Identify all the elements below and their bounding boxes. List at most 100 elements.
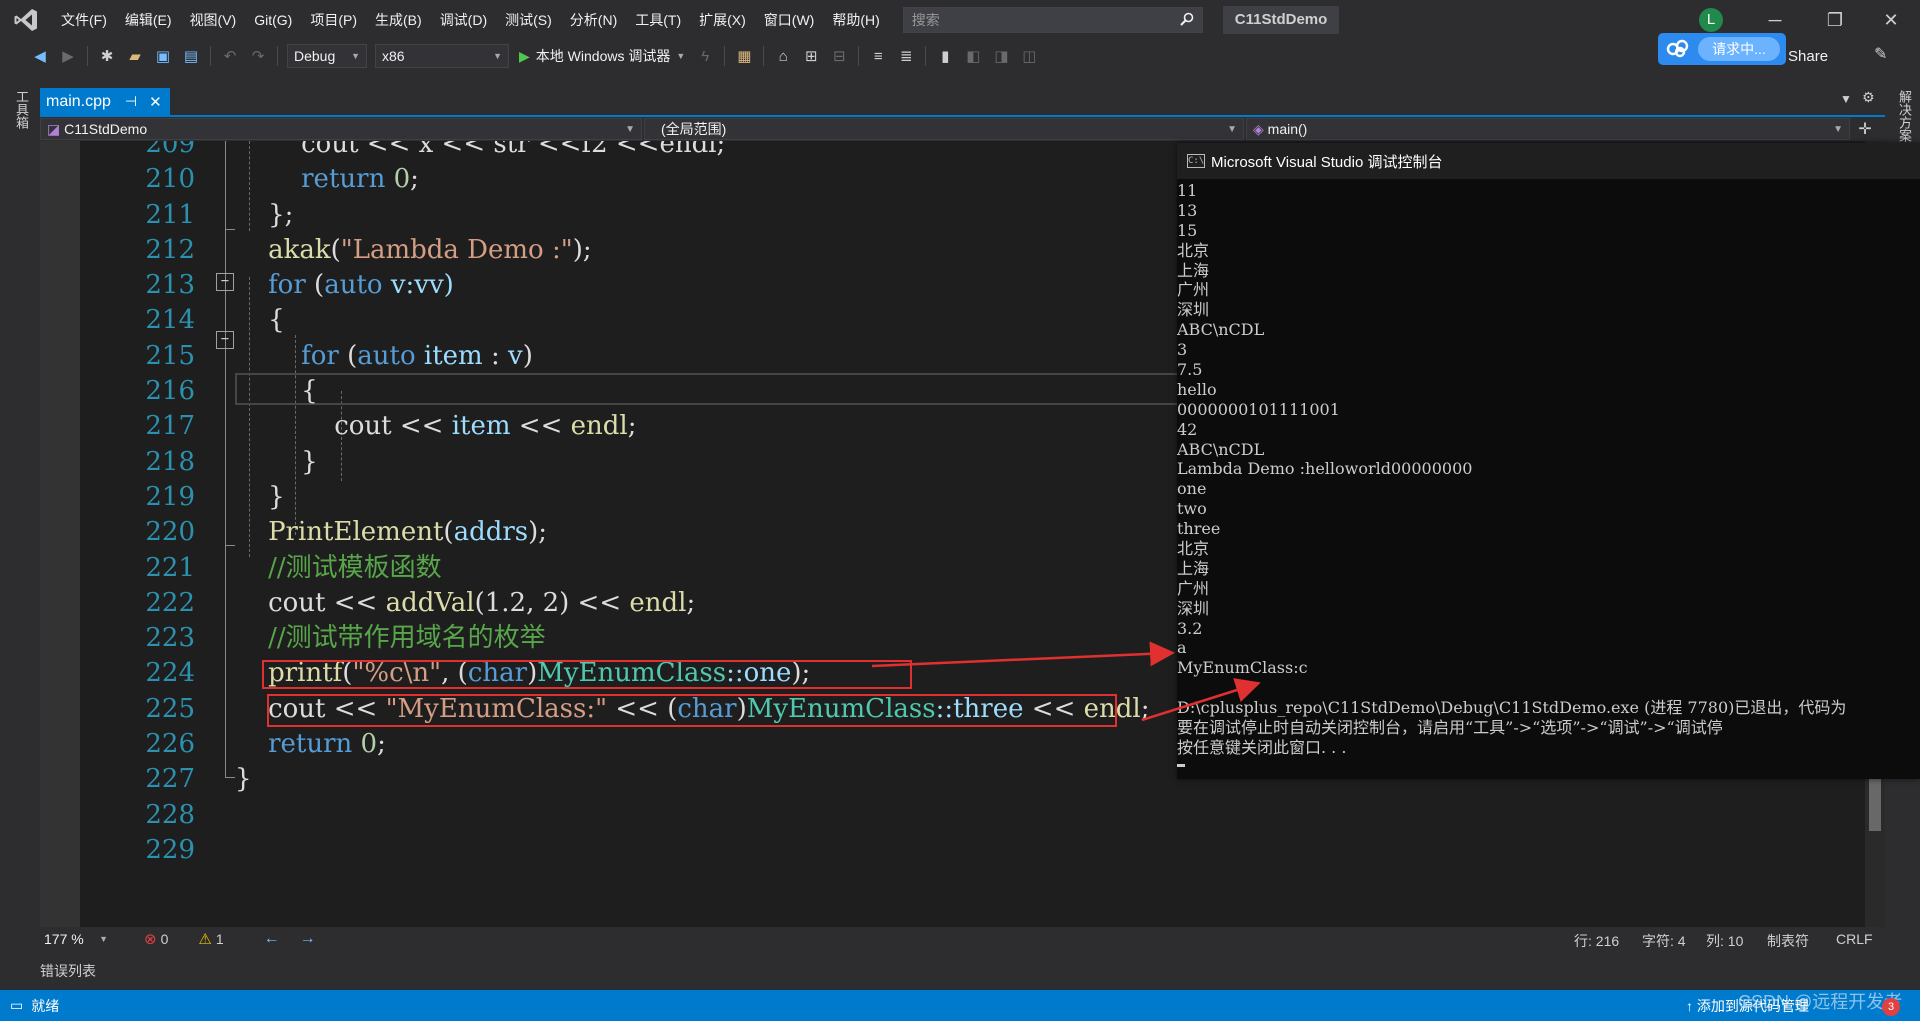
cursor-char[interactable]: 字符: 4	[1642, 931, 1686, 951]
debug-console-window[interactable]: C:\ Microsoft Visual Studio 调试控制台 11 13 15…	[1177, 143, 1920, 779]
tab-error-list[interactable]: 错误列表	[40, 961, 96, 981]
configuration-dropdown[interactable]: Debug ▼	[287, 44, 367, 68]
error-count[interactable]: 0	[161, 931, 169, 947]
search-input[interactable]: 搜索	[902, 7, 1203, 33]
gear-icon[interactable]: ⚙	[1862, 89, 1875, 106]
menu-item-3[interactable]: Git(G)	[245, 0, 301, 40]
cursor-line[interactable]: 行: 216	[1574, 931, 1619, 951]
home-icon[interactable]: ⌂	[772, 45, 794, 67]
console-line: D:\cplusplus_repo\C11StdDemo\Debug\C11St…	[1177, 698, 1847, 718]
uncomment-icon[interactable]: ≣	[895, 45, 917, 67]
zoom-dropdown[interactable]: 177 % ▼	[40, 928, 112, 950]
forward-icon[interactable]: ▶	[57, 45, 79, 67]
scrollbar-thumb[interactable]	[1869, 771, 1881, 831]
menu-item-6[interactable]: 调试(D)	[431, 0, 496, 40]
menu-item-10[interactable]: 扩展(X)	[690, 0, 755, 40]
collapse-icon[interactable]: −	[216, 273, 234, 291]
user-avatar[interactable]: L	[1699, 8, 1723, 32]
line-number: 220	[145, 517, 195, 548]
keyword: return	[301, 164, 386, 195]
pin-icon[interactable]: ⊣	[125, 93, 137, 110]
menu-item-11[interactable]: 窗口(W)	[755, 0, 824, 40]
highlight-box-printf	[262, 660, 912, 689]
solution-explorer-tab[interactable]: 解决方案	[1895, 90, 1914, 142]
editor-status-bar: 177 % ▼ ⊗ 0 ⚠ 1 ← → 行: 216 字符: 4 列: 10 制…	[40, 927, 1885, 951]
console-title-bar[interactable]: C:\ Microsoft Visual Studio 调试控制台	[1177, 143, 1920, 179]
badge-status: 请求中...	[1698, 37, 1780, 61]
redo-icon[interactable]: ↷	[247, 45, 269, 67]
menu-item-7[interactable]: 测试(S)	[496, 0, 561, 40]
line-ending[interactable]: CRLF	[1836, 931, 1873, 947]
next-issue-icon[interactable]: →	[300, 930, 316, 948]
undo-icon[interactable]: ↶	[219, 45, 241, 67]
menu-item-2[interactable]: 视图(V)	[181, 0, 246, 40]
comment: //测试模板函数	[268, 552, 442, 583]
close-icon[interactable]: ✕	[149, 93, 162, 111]
menu-item-9[interactable]: 工具(T)	[626, 0, 690, 40]
bookmark-icon[interactable]: ▮	[934, 45, 956, 67]
notification-badge[interactable]: 3	[1882, 998, 1900, 1016]
toolbox-tab[interactable]: 工具箱	[12, 90, 31, 129]
restore-icon[interactable]: ❐	[1810, 0, 1860, 40]
chevron-down-icon: ▼	[625, 123, 635, 135]
solution-explorer-icon[interactable]: ⊞	[800, 45, 822, 67]
solution-title: C11StdDemo	[1222, 6, 1340, 34]
indent-mode[interactable]: 制表符	[1767, 931, 1809, 951]
console-line: 0000000101111001	[1177, 399, 1340, 419]
previous-issue-icon[interactable]: ←	[264, 930, 280, 948]
warning-icon[interactable]: ⚠	[198, 930, 211, 948]
menu-item-5[interactable]: 生成(B)	[366, 0, 431, 40]
variable: v	[508, 340, 523, 371]
tab-main-cpp[interactable]: main.cpp ⊣ ✕	[40, 88, 170, 115]
outline-tick	[225, 777, 235, 778]
comment-icon[interactable]: ≡	[867, 45, 889, 67]
properties-icon[interactable]: ⊟	[828, 45, 850, 67]
browse-folder-icon[interactable]: ▦	[733, 45, 755, 67]
code-text: cout << x << str <<f2 <<endl;	[301, 141, 726, 159]
project-name: C11StdDemo	[64, 120, 148, 137]
member-dropdown[interactable]: ◈ main() ▼	[1246, 118, 1850, 140]
code-text: v:vv)	[382, 270, 454, 301]
hot-reload-icon[interactable]: ϟ	[694, 45, 716, 67]
project-dropdown[interactable]: ◪ C11StdDemo ▼	[40, 118, 642, 140]
next-bookmark-icon[interactable]: ◨	[990, 45, 1012, 67]
menu-item-12[interactable]: 帮助(H)	[823, 0, 888, 40]
console-line: hello	[1177, 379, 1217, 399]
status-ready: 就绪	[31, 997, 60, 1014]
warning-count[interactable]: 1	[216, 931, 224, 947]
cursor-col[interactable]: 列: 10	[1706, 931, 1743, 951]
open-folder-icon[interactable]: ▰	[124, 45, 146, 67]
start-debugging-button[interactable]: ▶ 本地 Windows 调试器 ▼	[513, 44, 691, 68]
console-line: 北京	[1177, 240, 1210, 260]
prev-bookmark-icon[interactable]: ◧	[962, 45, 984, 67]
function-name: PrintElement	[268, 517, 444, 548]
visual-studio-logo-icon[interactable]	[0, 0, 52, 40]
save-icon[interactable]: ▣	[152, 45, 174, 67]
console-line: ABC\nCDL	[1177, 439, 1265, 459]
save-all-icon[interactable]: ▤	[180, 45, 202, 67]
close-window-icon[interactable]: ✕	[1866, 0, 1916, 40]
menu-item-8[interactable]: 分析(N)	[561, 0, 626, 40]
menu-item-4[interactable]: 项目(P)	[301, 0, 366, 40]
back-icon[interactable]: ◀	[29, 45, 51, 67]
chevron-down-icon: ▼	[351, 51, 360, 61]
chevron-down-icon: ▼	[493, 51, 502, 61]
menu-item-0[interactable]: 文件(F)	[52, 0, 116, 40]
menu-item-1[interactable]: 编辑(E)	[116, 0, 181, 40]
new-project-icon[interactable]: ✱	[96, 45, 118, 67]
console-line: one	[1177, 479, 1207, 499]
collapse-icon[interactable]: −	[216, 331, 234, 349]
number: 0	[360, 729, 378, 760]
split-editor-icon[interactable]: ✛	[1850, 119, 1880, 139]
indicator-margin[interactable]	[40, 141, 80, 927]
tab-overflow-icon[interactable]: ▼	[1840, 92, 1852, 106]
code-text: }	[268, 481, 285, 512]
baidu-netdisk-badge[interactable]: 请求中...	[1658, 33, 1786, 65]
console-line: 广州	[1177, 280, 1210, 300]
feedback-icon[interactable]: ✎	[1874, 44, 1887, 64]
error-icon[interactable]: ⊗	[144, 930, 157, 948]
platform-dropdown[interactable]: x86 ▼	[375, 44, 509, 68]
scope-dropdown[interactable]: (全局范围) ▼	[644, 118, 1244, 140]
code-text: {	[268, 305, 285, 336]
clear-bookmarks-icon[interactable]: ◫	[1018, 45, 1040, 67]
